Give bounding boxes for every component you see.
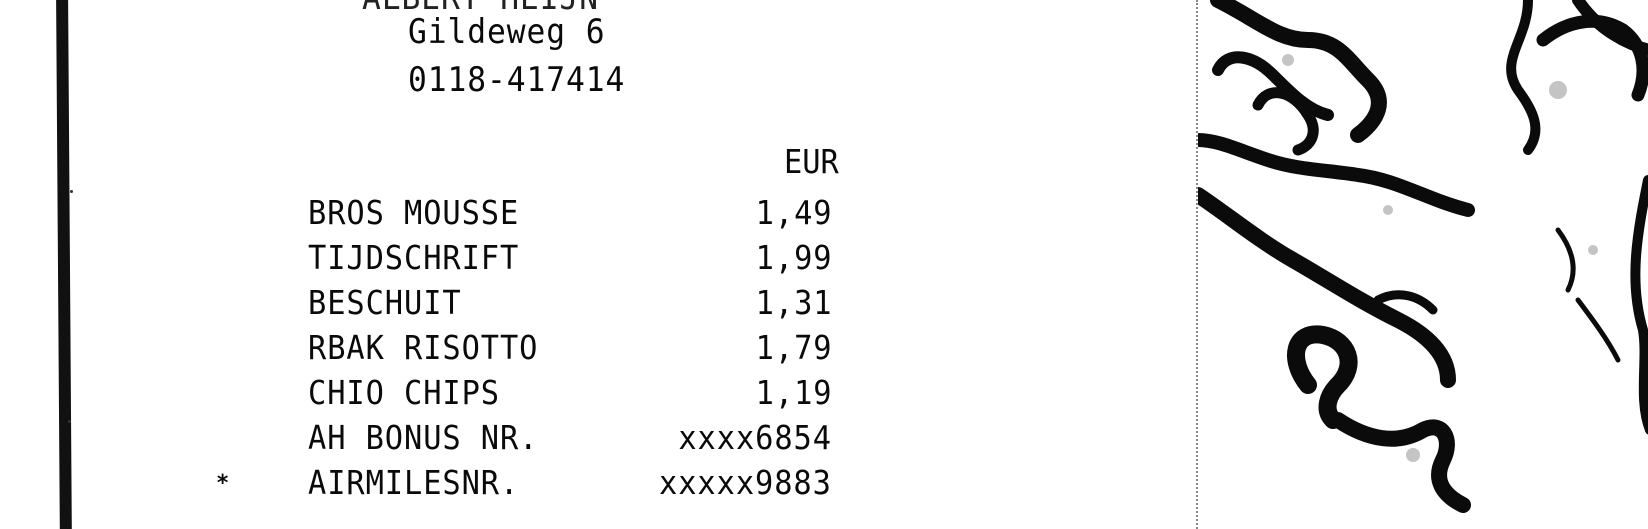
airmiles-number-label: AIRMILESNR.: [308, 463, 520, 502]
line-item: CHIO CHIPS 1,19: [0, 367, 1000, 412]
item-price: 1,31: [755, 283, 832, 322]
line-item: * AIRMILESNR. xxxxx9883: [0, 457, 1000, 502]
item-price: 1,49: [755, 193, 832, 232]
currency-label: EUR: [784, 142, 839, 181]
line-item: TIJDSCHRIFT 1,99: [0, 232, 1000, 277]
item-name: BESCHUIT: [308, 283, 462, 322]
store-phone: 0118-417414: [408, 60, 626, 100]
line-item: RBAK RISOTTO 1,79: [0, 322, 1000, 367]
item-price: 1,79: [755, 328, 832, 367]
item-name: CHIO CHIPS: [308, 373, 500, 412]
receipt-scan: ALBERT HEIJN Gildeweg 6 0118-417414 EUR …: [0, 0, 1648, 529]
line-item: AH BONUS NR. xxxx6854: [0, 412, 1000, 457]
asterisk-marker: *: [216, 471, 230, 496]
store-address: Gildeweg 6: [408, 12, 606, 52]
item-name: BROS MOUSSE: [308, 193, 520, 232]
item-price: 1,99: [755, 238, 832, 277]
ink-doodle-icon: [1198, 0, 1648, 513]
bonus-number-value: xxxx6854: [678, 418, 832, 457]
ink-doodle-panel: [1196, 0, 1648, 529]
item-price: 1,19: [755, 373, 832, 412]
line-item: BESCHUIT 1,31: [0, 277, 1000, 322]
line-items: BROS MOUSSE 1,49 TIJDSCHRIFT 1,99 BESCHU…: [0, 187, 1000, 502]
item-name: TIJDSCHRIFT: [308, 238, 520, 277]
line-item: BROS MOUSSE 1,49: [0, 187, 1000, 232]
item-name: RBAK RISOTTO: [308, 328, 539, 367]
bonus-number-label: AH BONUS NR.: [308, 418, 539, 457]
airmiles-number-value: xxxxx9883: [659, 463, 832, 502]
